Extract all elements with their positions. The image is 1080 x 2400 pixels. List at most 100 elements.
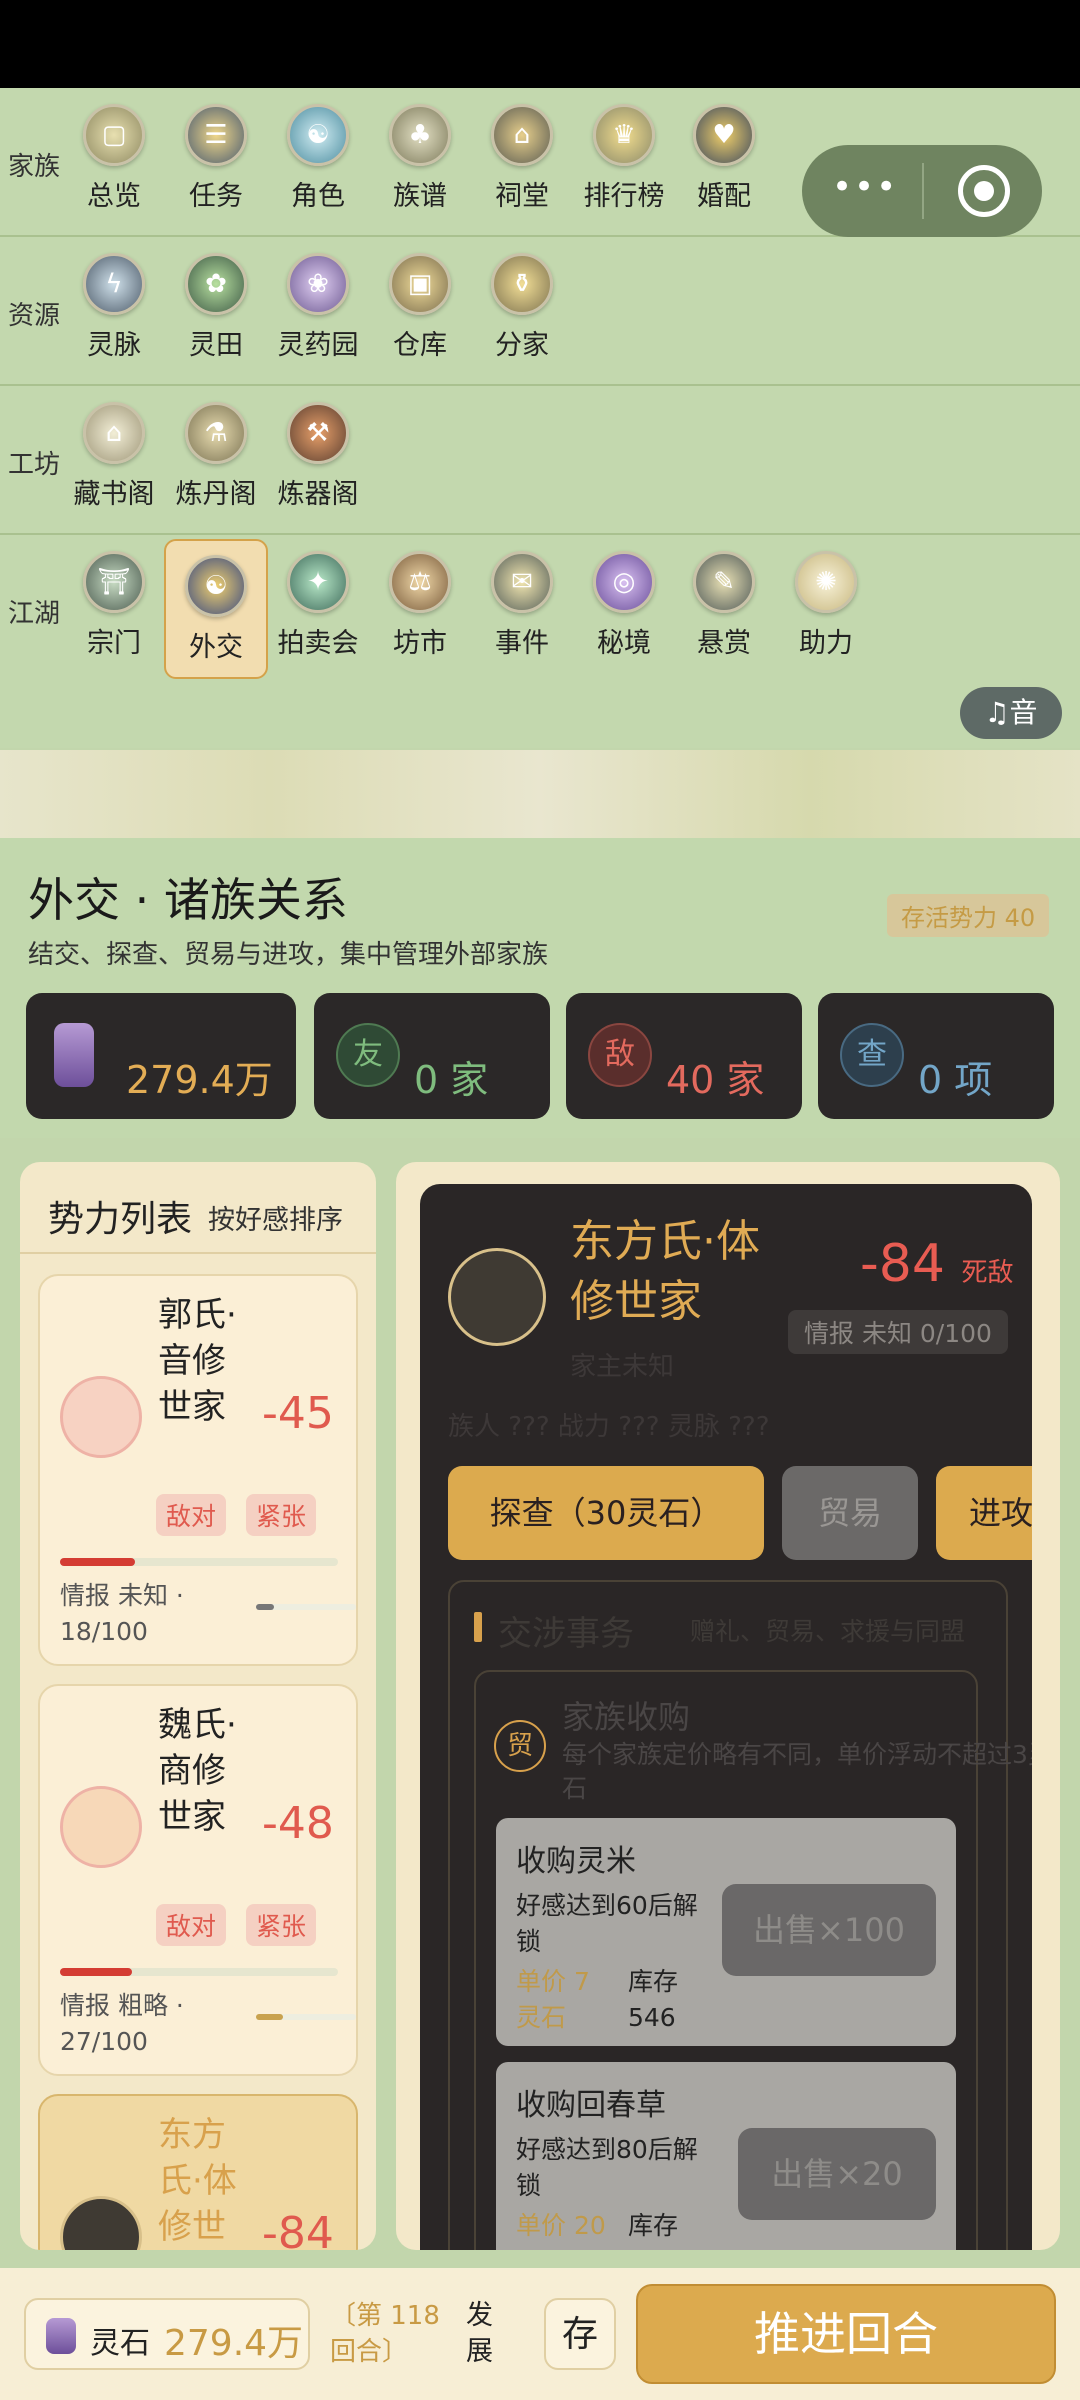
market-icon: ⚖: [389, 551, 451, 613]
nav-label: 仓库: [393, 330, 447, 361]
faction-card[interactable]: 郭氏·音修世家 -45 敌对 紧张 情报 未知 · 18/100: [38, 1274, 358, 1666]
tasks-icon: ☰: [185, 104, 247, 166]
nav-item-tasks[interactable]: ☰ 任务: [168, 96, 264, 226]
scout-icon: 查: [840, 1023, 904, 1087]
marriage-icon: ♥: [693, 104, 755, 166]
trade-button[interactable]: 贸易: [782, 1466, 918, 1560]
status-tag: 紧张: [246, 1904, 317, 1946]
nav-label: 炼器阁: [277, 479, 359, 510]
nav-item-spirit-field[interactable]: ✿ 灵田: [168, 245, 264, 375]
nav-item-ranking[interactable]: ♛ 排行榜: [576, 96, 672, 226]
portal-icon: ◎: [593, 551, 655, 613]
close-target-icon[interactable]: [958, 165, 1010, 217]
scout-button[interactable]: 探查（30灵石）: [448, 1466, 764, 1560]
nav-item-branch[interactable]: ⚱ 分家: [474, 245, 570, 375]
stat-value: 279.4万: [126, 1058, 273, 1102]
purchase-item: 收购回春草 好感达到80后解锁 单价 20 库存 出售×20: [496, 2062, 956, 2250]
nav-item-assist[interactable]: ✺ 助力: [778, 543, 874, 673]
nav-item-warehouse[interactable]: ▣ 仓库: [372, 245, 468, 375]
stat-friends: 友 0 家: [314, 993, 550, 1119]
sell-button[interactable]: 出售×100: [722, 1884, 936, 1976]
spirit-stone-label: 灵石: [90, 2326, 150, 2361]
diplomacy-icon: ☯: [185, 555, 247, 617]
nav-label: 角色: [291, 181, 345, 212]
faction-card[interactable]: 魏氏·商修世家 -48 敌对 紧张 情报 粗略 · 27/100: [38, 1684, 358, 2076]
stat-value: 40 家: [666, 1058, 765, 1102]
nav-item-library[interactable]: ⌂ 藏书阁: [66, 394, 162, 524]
nav-row-jianghu: 江湖 ⛩ 宗门 ☯ 外交 ✦ 拍卖会 ⚖ 坊市 ✉ 事件 ◎ 秘境 ✎ 悬赏 ✺…: [0, 535, 1080, 684]
faction-name: 东方氏·体修世家: [158, 2115, 237, 2247]
nav-item-herb-garden[interactable]: ❀ 灵药园: [270, 245, 366, 375]
attributes-text: 族人 ??? 战力 ??? 灵脉 ???: [448, 1412, 770, 1442]
nav-item-genealogy[interactable]: ♣ 族谱: [372, 96, 468, 226]
faction-card-selected[interactable]: 东方氏·体修世家 -84: [38, 2094, 358, 2250]
item-title: 收购回春草: [516, 2088, 666, 2123]
bottom-bar: 灵石 279.4万 〔第 118 回合〕 发展 存 推进回合: [0, 2268, 1080, 2400]
phase-label: 发展: [466, 2300, 493, 2367]
sort-button[interactable]: 按好感排序: [208, 1198, 343, 1237]
stat-scouting: 查 0 项: [818, 993, 1054, 1119]
branch-icon: ⚱: [491, 253, 553, 315]
affinity-score: -84: [262, 2208, 334, 2250]
nav-label: 宗门: [87, 628, 141, 659]
nav-label: 族谱: [393, 181, 447, 212]
spirit-stone-value: 279.4万: [164, 2323, 304, 2364]
character-icon: ☯: [287, 104, 349, 166]
family-purchase-title: 家族收购: [562, 1698, 691, 1736]
nav-item-forge[interactable]: ⚒ 炼器阁: [270, 394, 366, 524]
page-subtitle: 结交、探查、贸易与进攻，集中管理外部家族: [28, 940, 549, 970]
overview-icon: ▢: [83, 104, 145, 166]
intel-badge: 情报 未知 0/100: [788, 1310, 1008, 1354]
intel-bar: [256, 2014, 356, 2020]
section-marker: [474, 1612, 482, 1642]
advance-round-label: 推进回合: [754, 2307, 938, 2361]
nav-label: 悬赏: [697, 628, 751, 659]
music-toggle-button[interactable]: ♫音: [960, 687, 1062, 739]
nav-item-characters[interactable]: ☯ 角色: [270, 96, 366, 226]
nav-label: 任务: [189, 181, 243, 212]
advance-round-button[interactable]: 推进回合: [636, 2284, 1056, 2384]
nav-label: 分家: [495, 330, 549, 361]
tree-icon: ♣: [389, 104, 451, 166]
nav-item-overview[interactable]: ▢ 总览: [66, 96, 162, 226]
cauldron-icon: ⚗: [185, 402, 247, 464]
affinity-bar: [60, 1558, 338, 1566]
intel-fill: [256, 1604, 274, 1610]
row-label: 家族: [8, 152, 61, 182]
relation-label: 死敌: [961, 1258, 1014, 1288]
sell-button[interactable]: 出售×20: [738, 2128, 936, 2220]
nav-label: 坊市: [393, 628, 447, 659]
row-label: 资源: [8, 301, 61, 331]
faction-list-header: 势力列表 按好感排序: [20, 1162, 376, 1254]
attack-button[interactable]: 进攻: [936, 1466, 1032, 1560]
intel-bar: [256, 1604, 356, 1610]
nav-item-alchemy[interactable]: ⚗ 炼丹阁: [168, 394, 264, 524]
nav-label: 灵药园: [277, 330, 359, 361]
save-button[interactable]: 存: [544, 2298, 616, 2370]
nav-item-sect[interactable]: ⛩ 宗门: [66, 543, 162, 673]
status-tag: 紧张: [246, 1494, 317, 1536]
nav-item-auction[interactable]: ✦ 拍卖会: [270, 543, 366, 673]
stat-spirit-stones: 279.4万: [26, 993, 296, 1119]
forge-icon: ⚒: [287, 402, 349, 464]
nav-label: 炼丹阁: [175, 479, 257, 510]
nav-item-shrine[interactable]: ⌂ 祠堂: [474, 96, 570, 226]
nav-item-events[interactable]: ✉ 事件: [474, 543, 570, 673]
affinity-score: -48: [262, 1798, 334, 1849]
family-purchase-desc: 每个家族定价略有不同，单价浮动不超过3灵石: [562, 1740, 1032, 1803]
nav-item-secret-realm[interactable]: ◎ 秘境: [576, 543, 672, 673]
more-icon[interactable]: •••: [832, 167, 898, 207]
page-title: 外交 · 诸族关系: [28, 873, 348, 927]
stat-value: 0 项: [918, 1058, 993, 1102]
faction-detail-panel: 东方氏·体修世家 -84 死敌 情报 未知 0/100 家主未知 族人 ??? …: [396, 1162, 1060, 2250]
warehouse-icon: ▣: [389, 253, 451, 315]
nav-item-spirit-vein[interactable]: ϟ 灵脉: [66, 245, 162, 375]
affinity-fill: [60, 1968, 133, 1976]
miniprogram-capsule: •••: [802, 145, 1042, 237]
nav-item-marriage[interactable]: ♥ 婚配: [676, 96, 772, 226]
nav-item-market[interactable]: ⚖ 坊市: [372, 543, 468, 673]
nav-item-diplomacy[interactable]: ☯ 外交: [164, 539, 268, 679]
stat-enemies: 敌 40 家: [566, 993, 802, 1119]
enemy-icon: 敌: [588, 1023, 652, 1087]
nav-item-bounty[interactable]: ✎ 悬赏: [676, 543, 772, 673]
